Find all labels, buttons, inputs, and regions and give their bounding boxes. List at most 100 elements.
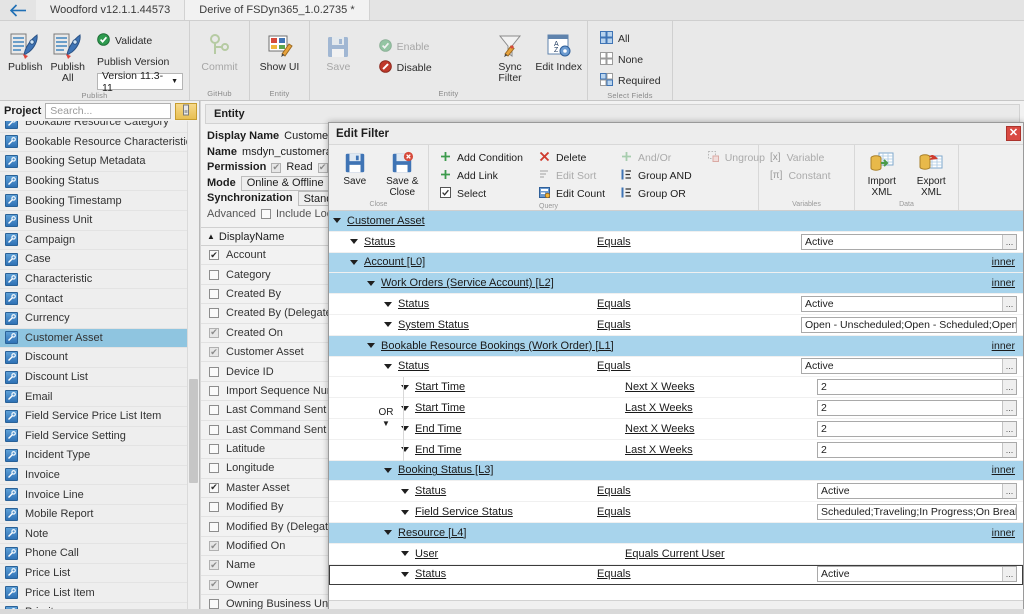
field-checkbox[interactable]	[209, 502, 219, 513]
ellipsis-button[interactable]: ...	[1002, 359, 1016, 374]
filter-condition-row[interactable]: User Equals Current User	[329, 544, 1023, 565]
project-item[interactable]: Field Service Setting	[0, 427, 199, 447]
filter-operator[interactable]: Equals	[597, 506, 631, 518]
ellipsis-button[interactable]: ...	[1002, 442, 1016, 457]
filter-field-name[interactable]: Start Time	[415, 402, 465, 414]
filter-join-type[interactable]: inner	[992, 340, 1015, 352]
filter-link-row[interactable]: Work Orders (Service Account) [L2] inner	[329, 273, 1023, 295]
filter-value-input[interactable]: Active...	[817, 483, 1017, 500]
filter-condition-row[interactable]: Status Equals Active...	[329, 481, 1023, 503]
filter-operator[interactable]: Equals	[597, 298, 631, 310]
field-checkbox[interactable]	[209, 444, 219, 455]
chevron-down-icon[interactable]	[384, 363, 392, 369]
filter-field-name[interactable]: System Status	[398, 319, 469, 331]
constant-button[interactable]: [π] Constant	[767, 167, 834, 184]
project-item[interactable]: Booking Setup Metadata	[0, 152, 199, 172]
project-item[interactable]: Customer Asset	[0, 328, 199, 349]
close-icon[interactable]: ✕	[1006, 126, 1021, 141]
search-input[interactable]: Search...	[45, 103, 171, 119]
field-checkbox[interactable]	[209, 521, 219, 532]
project-item[interactable]: Note	[0, 524, 199, 545]
show-ui-button[interactable]: Show UI	[254, 27, 305, 73]
project-item[interactable]: Characteristic	[0, 270, 199, 290]
filter-field-name[interactable]: Account [L0]	[364, 256, 425, 268]
permission-read-checkbox[interactable]	[271, 162, 282, 173]
chevron-down-icon[interactable]	[333, 218, 341, 224]
chevron-down-icon[interactable]	[350, 239, 358, 245]
variable-button[interactable]: [x] Variable	[767, 149, 834, 166]
filter-value-input[interactable]: 2...	[817, 441, 1017, 458]
project-item[interactable]: Case	[0, 250, 199, 270]
field-checkbox[interactable]	[209, 327, 219, 338]
field-checkbox[interactable]	[209, 599, 219, 610]
disable-button[interactable]: Disable	[375, 58, 436, 77]
filter-field-name[interactable]: Resource [L4]	[398, 527, 466, 539]
field-checkbox[interactable]	[209, 269, 219, 280]
filter-link-row[interactable]: Resource [L4] inner	[329, 522, 1023, 544]
filter-condition-row[interactable]: Status Equals Active...	[329, 232, 1023, 253]
chevron-down-icon[interactable]	[367, 343, 375, 349]
chevron-down-icon[interactable]	[401, 571, 409, 577]
filter-value-input[interactable]: Open - Unscheduled;Open - Scheduled;Open…	[801, 316, 1017, 333]
filter-operator[interactable]: Equals	[597, 236, 631, 248]
project-item[interactable]: Price List	[0, 564, 199, 584]
edit-count-button[interactable]: Edit Count	[536, 185, 608, 202]
validate-button[interactable]: Validate	[93, 31, 183, 50]
field-checkbox[interactable]	[209, 250, 219, 261]
project-item[interactable]: Discount List	[0, 368, 199, 388]
filter-condition-row[interactable]: Start Time Last X Weeks 2...	[329, 398, 1023, 419]
select-all-button[interactable]: All	[596, 29, 665, 48]
filter-operator[interactable]: Equals	[597, 319, 631, 331]
chevron-down-icon[interactable]	[350, 259, 358, 265]
filter-field-name[interactable]: Status	[364, 236, 395, 248]
filter-operator[interactable]: Equals Current User	[625, 548, 725, 560]
project-item[interactable]: Discount	[0, 348, 199, 368]
version-dropdown[interactable]: Version 11.3-11 ▼	[97, 70, 183, 94]
add-condition-button[interactable]: Add Condition	[437, 149, 526, 166]
and-or-button[interactable]: And/Or	[618, 149, 695, 166]
include-lookup-checkbox[interactable]	[260, 209, 271, 220]
group-and-button[interactable]: Group AND	[618, 167, 695, 184]
filter-field-name[interactable]: Work Orders (Service Account) [L2]	[381, 277, 554, 289]
project-scrollbar-thumb[interactable]	[189, 379, 198, 483]
filter-operator[interactable]: Equals	[597, 360, 631, 372]
filter-link-row[interactable]: Bookable Resource Bookings (Work Order) …	[329, 335, 1023, 357]
sync-filter-button[interactable]: Sync Filter	[486, 27, 535, 84]
filter-join-type[interactable]: inner	[992, 256, 1015, 268]
filter-field-name[interactable]: End Time	[415, 423, 461, 435]
project-item[interactable]: Bookable Resource Category	[0, 121, 199, 133]
chevron-down-icon[interactable]	[401, 509, 409, 515]
filter-operator[interactable]: Equals	[597, 485, 631, 497]
ellipsis-button[interactable]: ...	[1002, 297, 1016, 312]
project-item[interactable]: Email	[0, 387, 199, 407]
filter-operator[interactable]: Equals	[597, 568, 631, 580]
chevron-down-icon[interactable]	[401, 488, 409, 494]
filter-field-name[interactable]: Booking Status [L3]	[398, 464, 493, 476]
commit-button[interactable]: Commit	[194, 27, 245, 73]
project-item[interactable]: Booking Timestamp	[0, 191, 199, 211]
filter-operator[interactable]: Next X Weeks	[625, 381, 695, 393]
filter-field-name[interactable]: Status	[398, 360, 429, 372]
field-checkbox[interactable]	[209, 308, 219, 319]
filter-link-row[interactable]: Customer Asset	[329, 211, 1023, 232]
filter-field-name[interactable]: Status	[415, 485, 446, 497]
publish-all-button[interactable]: Publish All	[47, 27, 90, 84]
project-item[interactable]: Campaign	[0, 231, 199, 251]
filter-field-name[interactable]: Customer Asset	[347, 215, 425, 227]
filter-condition-row[interactable]: System Status Equals Open - Unscheduled;Op…	[329, 315, 1023, 336]
project-item[interactable]: Price List Item	[0, 583, 199, 603]
chevron-down-icon[interactable]	[384, 322, 392, 328]
project-item[interactable]: Booking Status	[0, 172, 199, 192]
field-checkbox[interactable]	[209, 385, 219, 396]
tab-derive[interactable]: Derive of FSDyn365_1.0.2735 *	[185, 0, 370, 20]
filter-condition-row[interactable]: Field Service Status Equals Scheduled;Trav…	[329, 502, 1023, 523]
entity-mode-dropdown[interactable]: Online & Offline ▼	[240, 175, 342, 191]
tab-woodford[interactable]: Woodford v12.1.1.44573	[36, 0, 186, 20]
field-checkbox[interactable]	[209, 463, 219, 474]
chevron-down-icon[interactable]	[401, 551, 409, 557]
field-checkbox[interactable]	[209, 347, 219, 358]
filter-operator[interactable]: Last X Weeks	[625, 444, 693, 456]
project-item[interactable]: Phone Call	[0, 544, 199, 564]
group-or-button[interactable]: Group OR	[618, 185, 695, 202]
search-button[interactable]	[175, 102, 197, 120]
